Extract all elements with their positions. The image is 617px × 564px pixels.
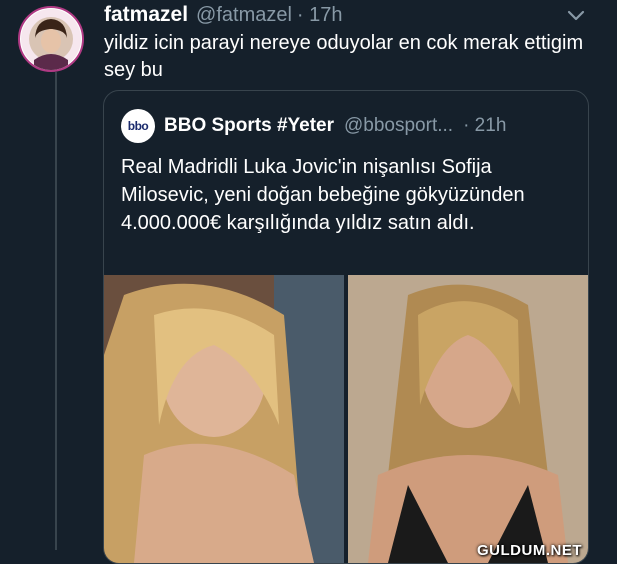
quoted-text: Real Madridli Luka Jovic'in nişanlısı So… — [121, 156, 525, 234]
quoted-tweet[interactable]: bbo BBO Sports #Yeter @bbosport... · 21h… — [103, 90, 589, 564]
quoted-logo-text: bbo — [127, 119, 149, 133]
quoted-handle: @bbosport... — [344, 115, 454, 136]
quoted-timestamp: · 21h — [463, 115, 507, 136]
tweet-text: yildiz icin parayi nereye oduyolar en co… — [104, 32, 584, 81]
avatar-image — [21, 9, 81, 70]
tweet-header: fatmazel @fatmazel · 17h — [104, 2, 343, 28]
watermark: GULDUM.NET — [477, 542, 582, 559]
user-handle[interactable]: @fatmazel — [196, 4, 292, 27]
quoted-avatar: bbo — [121, 109, 155, 143]
thread-line — [55, 72, 57, 550]
chevron-down-icon[interactable] — [565, 4, 587, 26]
quoted-header: bbo BBO Sports #Yeter @bbosport... · 21h — [121, 109, 507, 143]
timestamp[interactable]: · 17h — [297, 4, 343, 27]
quoted-display-name: BBO Sports #Yeter — [164, 115, 334, 136]
display-name[interactable]: fatmazel — [104, 3, 188, 27]
photo-left[interactable] — [104, 275, 344, 563]
avatar[interactable] — [18, 6, 84, 72]
photo-right[interactable]: GULDUM.NET — [348, 275, 588, 563]
media-grid: GULDUM.NET — [104, 275, 588, 563]
